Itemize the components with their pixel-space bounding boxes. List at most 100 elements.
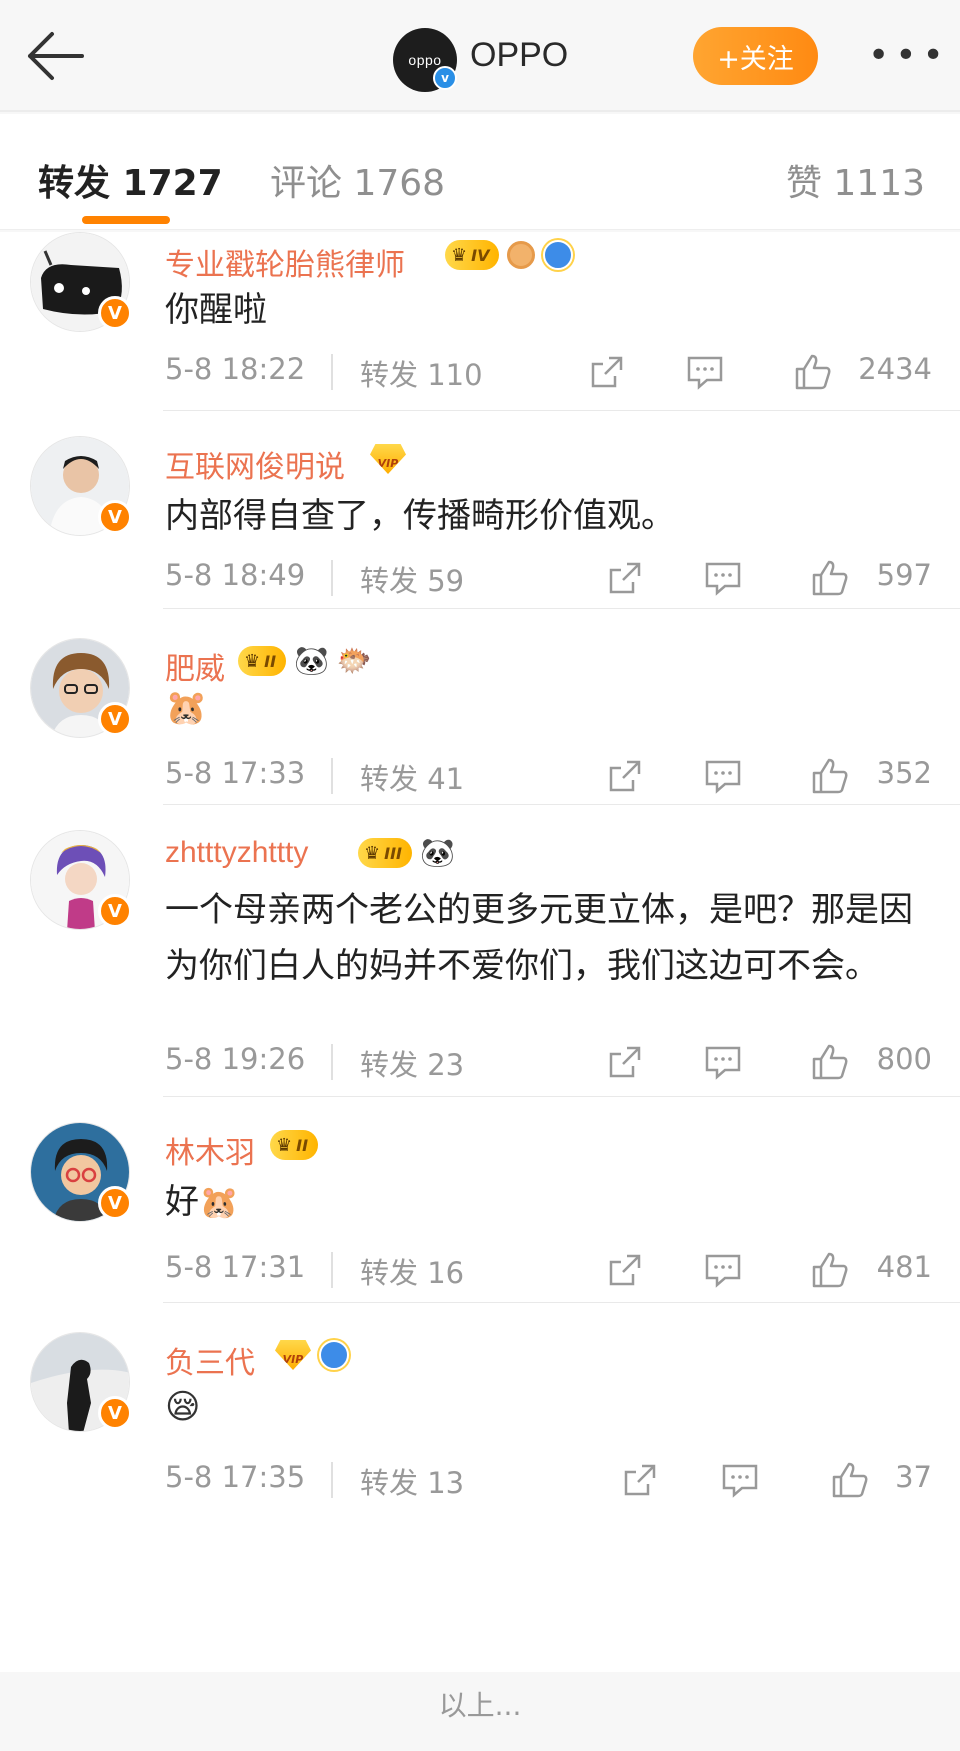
repost-text: 内部得自查了，传播畸形价值观。: [165, 496, 675, 536]
repost-text: 好🐹: [165, 1182, 239, 1222]
back-arrow-icon[interactable]: [22, 26, 92, 86]
meta-row: 5-8 17:35 转发 13 37: [165, 1460, 932, 1500]
divider: [163, 804, 960, 805]
separator: [331, 1044, 333, 1080]
comment-icon[interactable]: [703, 1250, 743, 1290]
top-bar: oppo v OPPO +关注 •••: [0, 0, 960, 112]
comment-icon[interactable]: [703, 1042, 743, 1082]
list-item[interactable]: V 专业戳轮胎熊律师 ♛ IV 你醒啦 5-8 18:22 转发 110 2434: [0, 232, 960, 411]
badge-group: ♛ IV: [445, 240, 574, 270]
verified-icon: V: [98, 296, 132, 330]
share-icon[interactable]: [605, 1250, 645, 1290]
verified-icon: V: [98, 702, 132, 736]
username[interactable]: 专业戳轮胎熊律师: [165, 240, 405, 284]
repost-text: 你醒啦: [165, 290, 267, 330]
username[interactable]: 互联网俊明说: [165, 442, 345, 486]
like-icon[interactable]: [810, 558, 850, 598]
crown-icon: ♛: [451, 244, 468, 266]
username[interactable]: 林木羽: [165, 1128, 255, 1172]
active-tab-indicator: [82, 216, 170, 224]
end-of-list-text: 以上...: [438, 1689, 522, 1722]
badge-group: ♛ II 🐼 🐡: [238, 646, 372, 676]
repost-list: V 专业戳轮胎熊律师 ♛ IV 你醒啦 5-8 18:22 转发 110 2434: [0, 232, 960, 1672]
like-icon[interactable]: [810, 1250, 850, 1290]
panda-icon[interactable]: 🐼: [294, 646, 329, 676]
timestamp: 5-8 17:33: [165, 756, 306, 790]
yawn-emoji-icon: 😪: [165, 1387, 201, 1427]
medal-icon[interactable]: [507, 241, 536, 269]
divider: [163, 1096, 960, 1097]
meta-row: 5-8 19:26 转发 23 800: [165, 1042, 932, 1082]
meta-row: 5-8 18:49 转发 59 597: [165, 558, 932, 598]
timestamp: 5-8 18:49: [165, 558, 306, 592]
capybara-emoji-icon: 🐹: [165, 688, 208, 728]
list-item[interactable]: V 林木羽 ♛ II 好🐹 5-8 17:31 转发 16 481: [0, 1122, 960, 1303]
badge-group: VIP: [275, 1340, 349, 1370]
comment-icon[interactable]: [703, 558, 743, 598]
divider: [163, 410, 960, 411]
list-item[interactable]: V zhtttyzhttty ♛ III 🐼 一个母亲两个老公的更多元更立体，是吧…: [0, 830, 960, 1100]
badge-group: ♛ III 🐼: [358, 838, 455, 868]
crown-icon: ♛: [364, 842, 381, 864]
pufferfish-icon[interactable]: 🐡: [337, 646, 372, 676]
separator: [331, 354, 333, 390]
list-footer: 以上...: [0, 1672, 960, 1751]
share-icon[interactable]: [587, 352, 627, 392]
tab-like[interactable]: 赞 1113: [786, 154, 925, 206]
share-icon[interactable]: [605, 1042, 645, 1082]
list-item[interactable]: V 肥威 ♛ II 🐼 🐡 🐹 5-8 17:33 转发 41 352: [0, 638, 960, 805]
divider: [163, 608, 960, 609]
comment-icon[interactable]: [720, 1460, 760, 1500]
list-item[interactable]: V 负三代 VIP 😪 5-8 17:35 转发 13 37: [0, 1332, 960, 1522]
account-name[interactable]: OPPO: [470, 36, 568, 75]
share-icon[interactable]: [620, 1460, 660, 1500]
follow-button[interactable]: +关注: [693, 27, 818, 85]
like-icon[interactable]: [793, 352, 833, 392]
crown-icon: ♛: [244, 650, 261, 672]
share-icon[interactable]: [605, 558, 645, 598]
share-icon[interactable]: [605, 756, 645, 796]
timestamp: 5-8 17:35: [165, 1460, 306, 1494]
repost-count: 转发 41: [360, 762, 465, 796]
like-icon[interactable]: [810, 756, 850, 796]
repost-count: 转发 59: [360, 564, 465, 598]
panda-icon[interactable]: 🐼: [420, 838, 455, 868]
verified-icon: V: [98, 1396, 132, 1430]
member-crown-badge[interactable]: ♛ II: [270, 1130, 319, 1160]
vip-badge-icon[interactable]: VIP: [370, 444, 406, 474]
more-options-icon[interactable]: •••: [868, 32, 944, 80]
badge-group: VIP: [370, 444, 406, 474]
meta-row: 5-8 17:31 转发 16 481: [165, 1250, 932, 1290]
meta-row: 5-8 17:33 转发 41 352: [165, 756, 932, 796]
like-count: 597: [876, 558, 932, 592]
username[interactable]: 负三代: [165, 1338, 255, 1382]
username[interactable]: zhtttyzhttty: [165, 836, 308, 870]
comment-icon[interactable]: [703, 756, 743, 796]
like-count: 2434: [858, 352, 932, 386]
username[interactable]: 肥威: [165, 644, 225, 688]
verified-icon: V: [98, 1186, 132, 1220]
separator: [331, 1462, 333, 1498]
repost-count: 转发 23: [360, 1048, 465, 1082]
divider: [163, 1302, 960, 1303]
tab-repost[interactable]: 转发 1727: [38, 154, 223, 206]
blue-v-badge-icon[interactable]: [319, 1340, 349, 1370]
member-crown-badge[interactable]: ♛ II: [238, 646, 287, 676]
blue-v-badge-icon[interactable]: [543, 240, 574, 270]
repost-count: 转发 13: [360, 1466, 465, 1500]
list-item[interactable]: V 互联网俊明说 VIP 内部得自查了，传播畸形价值观。 5-8 18:49 转…: [0, 436, 960, 609]
like-icon[interactable]: [830, 1460, 870, 1500]
member-crown-badge[interactable]: ♛ IV: [445, 240, 500, 270]
like-count: 37: [895, 1460, 932, 1494]
repost-count: 转发 16: [360, 1256, 465, 1290]
tab-comment[interactable]: 评论 1768: [270, 154, 445, 206]
like-icon[interactable]: [810, 1042, 850, 1082]
tab-bar: 转发 1727 评论 1768 赞 1113: [0, 114, 960, 230]
timestamp: 5-8 18:22: [165, 352, 306, 386]
capybara-emoji-icon: 🐹: [199, 1183, 239, 1221]
member-crown-badge[interactable]: ♛ III: [358, 838, 412, 868]
comment-icon[interactable]: [685, 352, 725, 392]
vip-badge-icon[interactable]: VIP: [275, 1340, 311, 1370]
repost-count: 转发 110: [360, 358, 483, 392]
separator: [331, 758, 333, 794]
